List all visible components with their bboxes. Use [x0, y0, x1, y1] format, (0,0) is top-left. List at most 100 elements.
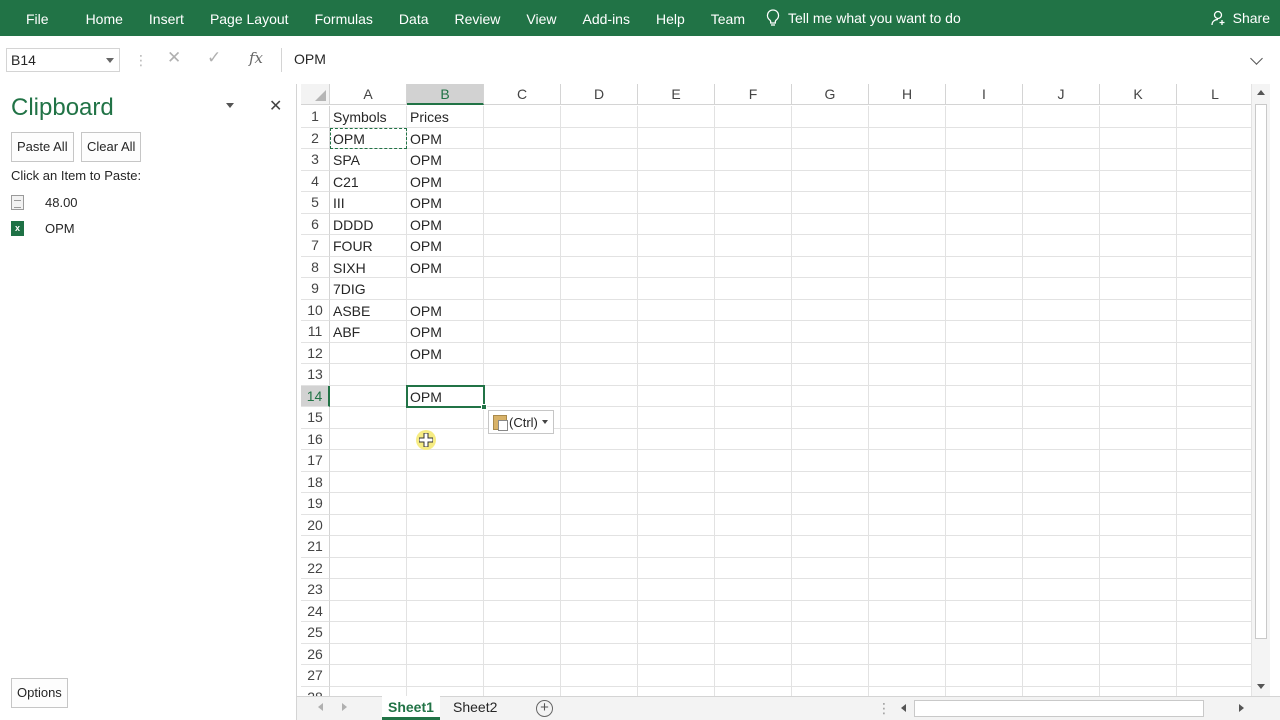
cell-b10[interactable]: OPM [407, 300, 484, 322]
scroll-down-icon[interactable] [1257, 684, 1265, 689]
share-button[interactable]: Share [1210, 0, 1270, 36]
horizontal-scroll-thumb[interactable] [914, 700, 1204, 717]
row-header-4[interactable]: 4 [301, 170, 330, 192]
cell-a10[interactable]: ASBE [330, 300, 407, 322]
chevron-down-icon[interactable] [106, 58, 114, 63]
clipboard-item[interactable]: x OPM [11, 216, 291, 240]
select-all-button[interactable] [301, 84, 330, 105]
column-header-d[interactable]: D [561, 84, 638, 105]
tab-page-layout[interactable]: Page Layout [197, 0, 302, 36]
sheet-tab-sheet1[interactable]: Sheet1 [382, 696, 440, 720]
paste-options-button[interactable]: (Ctrl) [488, 410, 554, 434]
column-header-i[interactable]: I [946, 84, 1023, 105]
splitter-grip-icon[interactable]: ⋮ [877, 700, 891, 717]
tab-insert[interactable]: Insert [136, 0, 197, 36]
row-header-7[interactable]: 7 [301, 235, 330, 257]
row-header-19[interactable]: 19 [301, 493, 330, 515]
fill-handle[interactable] [481, 404, 487, 410]
prev-sheet-icon[interactable] [318, 703, 323, 711]
worksheet-grid[interactable]: A B C D E F G H I J K L 1 2 3 4 5 6 7 8 9 10 11 12 13 14 15 16 17 18 1… [301, 84, 1251, 696]
insert-function-icon[interactable]: fx [249, 49, 263, 67]
row-header-8[interactable]: 8 [301, 256, 330, 278]
row-header-23[interactable]: 23 [301, 579, 330, 601]
close-icon[interactable]: ✕ [269, 96, 282, 116]
clipboard-item[interactable]: 48.00 [11, 190, 291, 214]
tab-file[interactable]: File [0, 0, 73, 36]
vertical-scroll-thumb[interactable] [1255, 104, 1267, 639]
row-header-9[interactable]: 9 [301, 278, 330, 300]
row-header-5[interactable]: 5 [301, 192, 330, 214]
cell-a11[interactable]: ABF [330, 321, 407, 343]
row-header-1[interactable]: 1 [301, 106, 330, 128]
row-header-14[interactable]: 14 [301, 385, 330, 407]
cell-a1[interactable]: Symbols [330, 106, 407, 128]
tell-me-box[interactable]: Tell me what you want to do [766, 9, 961, 27]
column-header-l[interactable]: L [1177, 84, 1251, 105]
cell-b5[interactable]: OPM [407, 192, 484, 214]
row-header-26[interactable]: 26 [301, 643, 330, 665]
row-header-20[interactable]: 20 [301, 514, 330, 536]
cell-b11[interactable]: OPM [407, 321, 484, 343]
cell-b7[interactable]: OPM [407, 235, 484, 257]
column-header-k[interactable]: K [1100, 84, 1177, 105]
row-header-16[interactable]: 16 [301, 428, 330, 450]
column-header-h[interactable]: H [869, 84, 946, 105]
cell-b6[interactable]: OPM [407, 214, 484, 236]
row-header-18[interactable]: 18 [301, 471, 330, 493]
scroll-up-icon[interactable] [1257, 90, 1265, 95]
row-header-24[interactable]: 24 [301, 600, 330, 622]
cell-b12[interactable]: OPM [407, 343, 484, 365]
scroll-left-icon[interactable] [901, 704, 906, 712]
row-header-13[interactable]: 13 [301, 364, 330, 386]
horizontal-scrollbar[interactable] [897, 700, 1247, 717]
cell-a8[interactable]: SIXH [330, 257, 407, 279]
row-header-22[interactable]: 22 [301, 557, 330, 579]
cell-b8[interactable]: OPM [407, 257, 484, 279]
cell-a5[interactable]: III [330, 192, 407, 214]
active-cell[interactable] [406, 384, 487, 410]
row-header-10[interactable]: 10 [301, 299, 330, 321]
tab-formulas[interactable]: Formulas [302, 0, 386, 36]
formula-input[interactable] [281, 48, 1267, 72]
row-header-17[interactable]: 17 [301, 450, 330, 472]
tab-help[interactable]: Help [643, 0, 698, 36]
cell-b3[interactable]: OPM [407, 149, 484, 171]
row-header-6[interactable]: 6 [301, 213, 330, 235]
clear-all-button[interactable]: Clear All [81, 132, 142, 162]
row-header-12[interactable]: 12 [301, 342, 330, 364]
cell-a7[interactable]: FOUR [330, 235, 407, 257]
vertical-scrollbar[interactable] [1251, 84, 1270, 696]
tab-data[interactable]: Data [386, 0, 442, 36]
row-header-21[interactable]: 21 [301, 536, 330, 558]
column-header-j[interactable]: J [1023, 84, 1100, 105]
column-header-g[interactable]: G [792, 84, 869, 105]
cell-b4[interactable]: OPM [407, 171, 484, 193]
tab-home[interactable]: Home [73, 0, 136, 36]
cell-a4[interactable]: C21 [330, 171, 407, 193]
cell-a6[interactable]: DDDD [330, 214, 407, 236]
tab-team[interactable]: Team [698, 0, 758, 36]
row-header-28[interactable]: 28 [301, 686, 330, 696]
column-header-e[interactable]: E [638, 84, 715, 105]
options-button[interactable]: Options [11, 678, 68, 708]
row-header-2[interactable]: 2 [301, 127, 330, 149]
row-header-27[interactable]: 27 [301, 665, 330, 687]
name-box[interactable]: B14 [6, 48, 120, 72]
tab-view[interactable]: View [513, 0, 569, 36]
column-header-c[interactable]: C [484, 84, 561, 105]
cell-a3[interactable]: SPA [330, 149, 407, 171]
cell-b2[interactable]: OPM [407, 128, 484, 150]
check-icon[interactable]: ✓ [207, 48, 221, 68]
pane-options-icon[interactable] [226, 103, 234, 108]
sheet-tab-sheet2[interactable]: Sheet2 [447, 696, 503, 720]
tab-review[interactable]: Review [442, 0, 514, 36]
next-sheet-icon[interactable] [342, 703, 347, 711]
add-sheet-icon[interactable]: + [536, 700, 553, 717]
column-header-f[interactable]: F [715, 84, 792, 105]
column-header-a[interactable]: A [330, 84, 407, 105]
scroll-right-icon[interactable] [1239, 704, 1244, 712]
row-header-11[interactable]: 11 [301, 321, 330, 343]
row-header-25[interactable]: 25 [301, 622, 330, 644]
row-header-15[interactable]: 15 [301, 407, 330, 429]
cell-a9[interactable]: 7DIG [330, 278, 407, 300]
